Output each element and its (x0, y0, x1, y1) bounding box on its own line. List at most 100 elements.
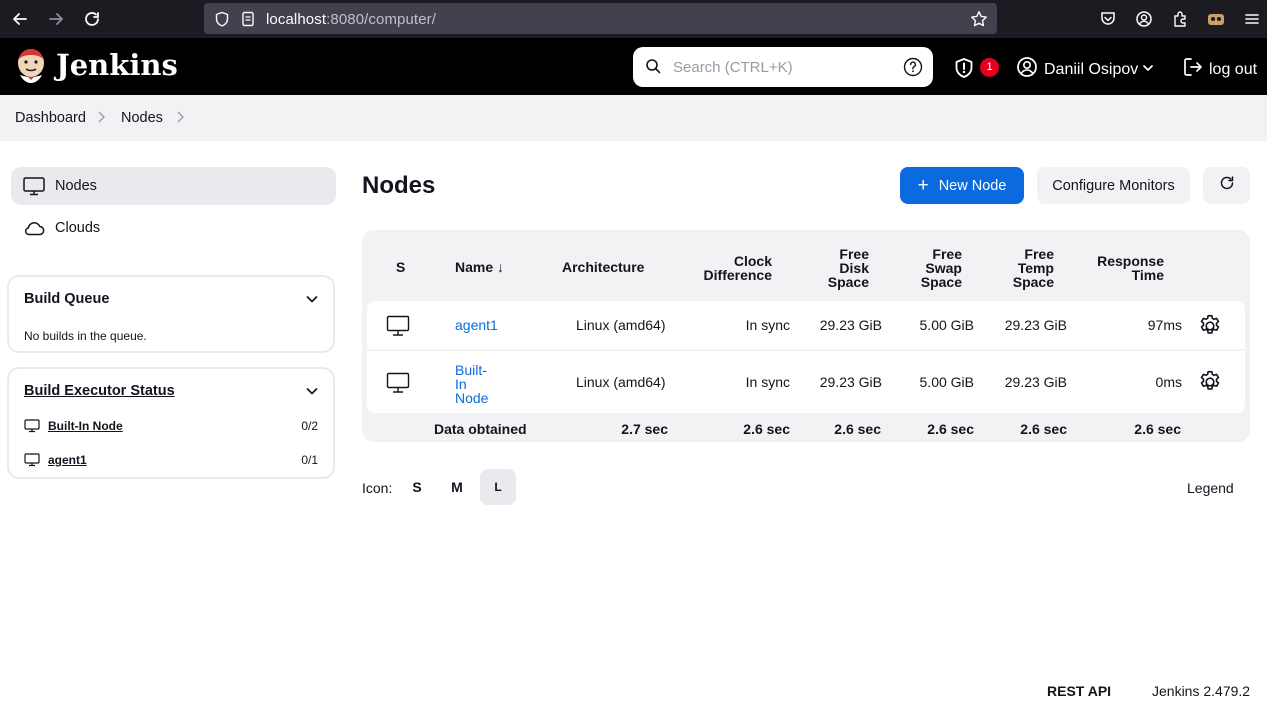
cell-clock: In sync (745, 317, 790, 333)
link-line: Built- (455, 362, 487, 378)
node-link-built-in[interactable]: Built- In Node (455, 363, 488, 405)
column-header-free-temp[interactable]: Free Temp Space (994, 247, 1054, 289)
sidebar-item-label: Clouds (55, 220, 101, 236)
executor-count: 0/2 (301, 419, 318, 433)
column-header-free-swap[interactable]: Free Swap Space (902, 247, 962, 289)
security-badge[interactable]: 1 (980, 58, 999, 77)
header-line: Free (932, 246, 962, 262)
chevron-down-icon[interactable] (305, 292, 319, 311)
sidebar-item-clouds[interactable]: Clouds (11, 209, 336, 247)
header-line: Clock (733, 253, 772, 269)
new-node-button[interactable]: + New Node (900, 167, 1024, 204)
column-header-clock[interactable]: Clock Difference (692, 254, 772, 282)
header-line: Temp (1017, 260, 1054, 276)
build-queue-title: Build Queue (24, 291, 110, 307)
computer-icon (386, 372, 410, 399)
configure-monitors-label: Configure Monitors (1052, 177, 1175, 194)
page-icon (240, 11, 256, 32)
data-obtained-disk: 2.6 sec (834, 421, 881, 437)
search-box[interactable] (633, 47, 933, 87)
executor-node-link[interactable]: agent1 (48, 453, 87, 467)
back-icon[interactable] (8, 7, 32, 31)
icon-size-s[interactable]: S (399, 469, 435, 505)
gear-icon[interactable] (1197, 313, 1223, 344)
refresh-icon (1219, 175, 1235, 196)
search-input[interactable] (673, 56, 893, 78)
security-shield-icon[interactable] (953, 57, 975, 84)
logout-label[interactable]: log out (1209, 61, 1257, 79)
column-header-name[interactable]: Name ↓ (455, 260, 504, 274)
sidebar-item-label: Nodes (55, 178, 97, 194)
icon-size-m[interactable]: M (439, 469, 475, 505)
user-name[interactable]: Daniil Osipov (1044, 61, 1138, 79)
reload-icon[interactable] (80, 7, 104, 31)
logout-link[interactable]: log out (1177, 56, 1257, 83)
executor-row: Built-In Node 0/2 (24, 417, 318, 437)
data-obtained-label: Data obtained (434, 421, 527, 437)
column-header-free-disk[interactable]: Free Disk Space (809, 247, 869, 289)
column-header-status[interactable]: S (396, 260, 405, 274)
chevron-down-icon[interactable] (305, 384, 319, 403)
legend-link[interactable]: Legend (1187, 480, 1234, 496)
account-icon[interactable] (1132, 7, 1156, 31)
new-node-label: New Node (938, 177, 1007, 194)
header-line: Time (1131, 267, 1164, 283)
icon-size-label: Icon: (362, 480, 393, 496)
extensions-icon[interactable] (1168, 7, 1192, 31)
url-text: localhost:8080/computer/ (266, 11, 436, 28)
icon-size-l[interactable]: L (480, 469, 516, 505)
forward-icon[interactable] (44, 7, 68, 31)
cell-swap: 5.00 GiB (919, 374, 974, 390)
computer-icon (386, 315, 410, 342)
cloud-icon (22, 218, 46, 242)
column-header-architecture[interactable]: Architecture (562, 260, 644, 274)
url-host: localhost (266, 11, 327, 28)
menu-icon[interactable] (1240, 7, 1264, 31)
cell-architecture: Linux (amd64) (576, 317, 666, 333)
help-icon[interactable] (903, 57, 923, 82)
nodes-table: S Name ↓ Architecture Clock Difference F… (362, 230, 1250, 442)
executor-row: agent1 0/1 (24, 451, 318, 471)
build-queue-panel: Build Queue No builds in the queue. (7, 275, 335, 353)
jenkins-logo[interactable] (14, 47, 48, 85)
data-obtained-clock: 2.6 sec (743, 421, 790, 437)
link-line: In (455, 376, 467, 392)
brand-name[interactable]: Jenkins (56, 48, 178, 82)
chevron-down-icon[interactable] (1142, 61, 1154, 79)
pocket-icon[interactable] (1096, 7, 1120, 31)
cell-clock: In sync (745, 374, 790, 390)
data-obtained-swap: 2.6 sec (927, 421, 974, 437)
breadcrumb-nodes[interactable]: Nodes (121, 110, 163, 126)
gear-icon[interactable] (1197, 369, 1223, 400)
executor-node-link[interactable]: Built-In Node (48, 419, 123, 433)
plus-icon: + (917, 175, 929, 196)
chevron-right-icon[interactable] (175, 110, 185, 127)
user-menu[interactable]: Daniil Osipov (1016, 56, 1154, 83)
column-header-response-time[interactable]: Response Time (1084, 254, 1164, 282)
cell-architecture: Linux (amd64) (576, 374, 666, 390)
header-line: Space (827, 274, 869, 290)
cell-disk: 29.23 GiB (819, 374, 882, 390)
refresh-button[interactable] (1203, 167, 1250, 204)
build-queue-empty: No builds in the queue. (24, 329, 147, 343)
user-avatar-icon (1016, 56, 1038, 83)
bookmark-star-icon[interactable] (970, 10, 988, 33)
header-line: Swap (925, 260, 962, 276)
executor-status-title[interactable]: Build Executor Status (24, 383, 175, 399)
page-title: Nodes (362, 172, 436, 199)
extension-avatar-icon[interactable] (1204, 7, 1228, 31)
header-line: Difference (703, 267, 772, 283)
breadcrumb: Dashboard Nodes (0, 95, 1267, 141)
search-icon (645, 58, 661, 79)
configure-monitors-button[interactable]: Configure Monitors (1037, 167, 1190, 204)
sidebar-item-nodes[interactable]: Nodes (11, 167, 336, 205)
url-bar[interactable]: localhost:8080/computer/ (204, 3, 997, 34)
breadcrumb-dashboard[interactable]: Dashboard (15, 110, 86, 126)
jenkins-version[interactable]: Jenkins 2.479.2 (1152, 683, 1250, 699)
jenkins-butler-icon (18, 49, 44, 83)
header-line: Free (1024, 246, 1054, 262)
node-link-agent1[interactable]: agent1 (455, 317, 498, 333)
rest-api-link[interactable]: REST API (1047, 683, 1111, 699)
table-row: agent1 Linux (amd64) In sync 29.23 GiB 5… (367, 301, 1245, 349)
jenkins-header: Jenkins 1 Daniil Osipov log out (0, 38, 1267, 95)
